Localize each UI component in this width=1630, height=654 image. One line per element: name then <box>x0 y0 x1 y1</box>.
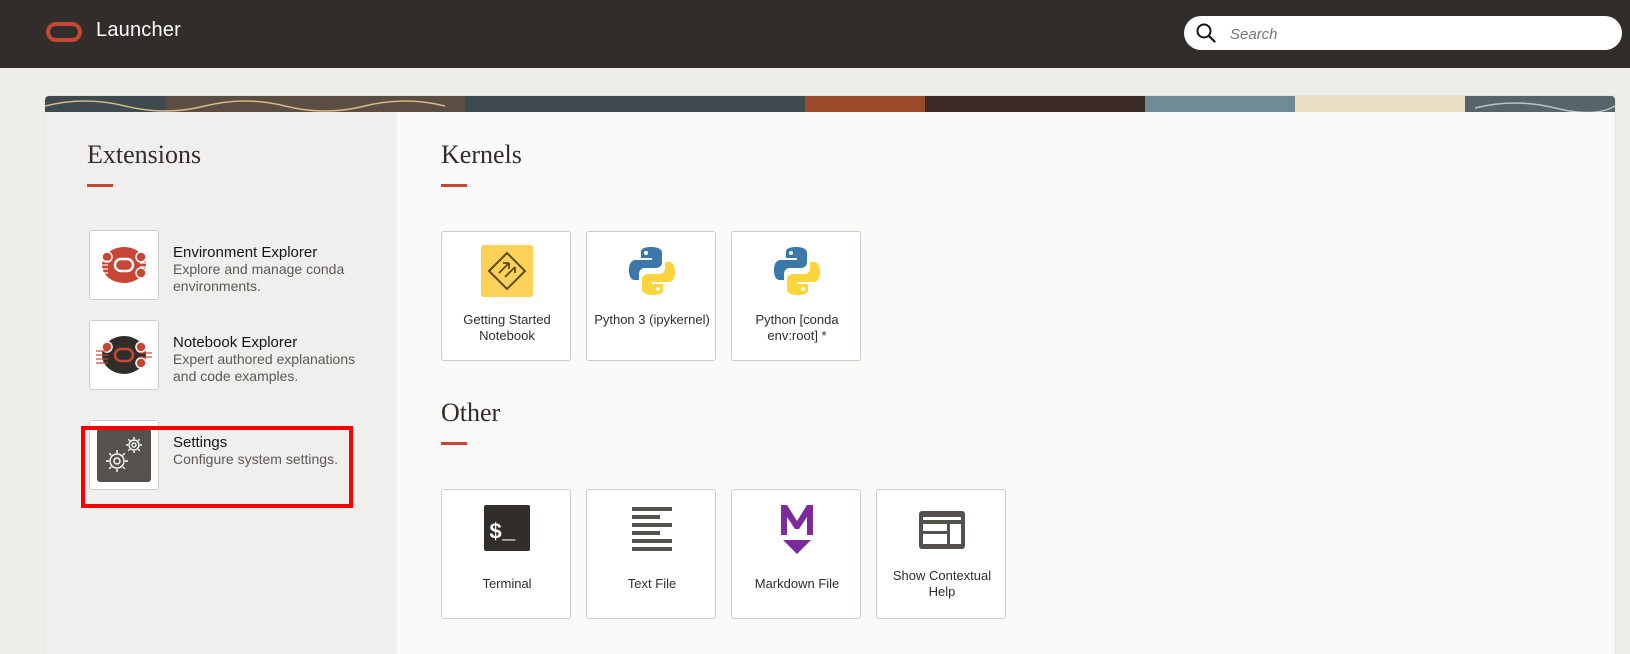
notebook-explorer-item[interactable]: Notebook Explorer Expert authored explan… <box>89 320 369 394</box>
text-file-tile[interactable]: Text File <box>586 489 716 619</box>
python-conda-root-tile[interactable]: Python [conda env:root] * <box>731 231 861 361</box>
terminal-label: Terminal <box>482 576 532 591</box>
environment-explorer-icon <box>89 230 159 300</box>
oracle-logo[interactable] <box>46 22 82 42</box>
extensions-accent-bar <box>87 184 113 187</box>
kernels-heading: Kernels <box>441 140 522 169</box>
kernels-accent-bar <box>441 184 467 187</box>
search-icon <box>1196 23 1216 43</box>
decorative-banner <box>45 96 1615 112</box>
launcher-card: Extensions Environment Explorer Explore … <box>45 96 1615 654</box>
notebook-explorer-description: Expert authored explanations and code ex… <box>173 351 356 384</box>
contextual-help-icon <box>919 511 965 549</box>
getting-started-icon <box>481 245 533 297</box>
settings-title: Settings <box>173 434 228 451</box>
settings-item[interactable]: Settings Configure system settings. <box>89 420 369 494</box>
python-logo-icon <box>774 247 820 295</box>
text-file-icon <box>632 507 672 551</box>
text-file-label: Text File <box>627 576 677 591</box>
markdown-file-label: Markdown File <box>754 576 840 591</box>
python-logo-icon <box>629 247 675 295</box>
python-conda-root-label: Python [conda env:root] * <box>755 312 839 343</box>
python3-ipykernel-tile[interactable]: Python 3 (ipykernel) <box>586 231 716 361</box>
getting-started-notebook-label: Getting Started Notebook <box>463 312 551 343</box>
getting-started-notebook-tile[interactable]: Getting Started Notebook <box>441 231 571 361</box>
terminal-tile[interactable]: $_ Terminal <box>441 489 571 619</box>
top-bar: Launcher <box>0 0 1630 68</box>
extensions-heading: Extensions <box>87 140 202 169</box>
search-input[interactable] <box>1228 16 1612 52</box>
settings-description: Configure system settings. <box>173 451 338 467</box>
markdown-icon <box>781 505 813 554</box>
notebook-explorer-icon <box>89 320 159 390</box>
app-title: Launcher <box>96 19 181 41</box>
python3-ipykernel-label: Python 3 (ipykernel) <box>594 312 710 327</box>
show-contextual-help-tile[interactable]: Show Contextual Help <box>876 489 1006 619</box>
other-accent-bar <box>441 442 467 445</box>
terminal-glyph: $_ <box>489 520 516 545</box>
other-heading: Other <box>441 398 501 427</box>
markdown-file-tile[interactable]: Markdown File <box>731 489 861 619</box>
terminal-icon: $_ <box>484 505 530 551</box>
environment-explorer-item[interactable]: Environment Explorer Explore and manage … <box>89 230 369 304</box>
extensions-panel: Extensions Environment Explorer Explore … <box>45 112 397 654</box>
show-contextual-help-label: Show Contextual Help <box>892 568 992 599</box>
environment-explorer-description: Explore and manage conda environments. <box>173 261 345 294</box>
notebook-explorer-title: Notebook Explorer <box>173 334 298 351</box>
gears-icon <box>89 420 159 490</box>
search-box[interactable] <box>1184 16 1622 52</box>
environment-explorer-title: Environment Explorer <box>173 244 318 261</box>
